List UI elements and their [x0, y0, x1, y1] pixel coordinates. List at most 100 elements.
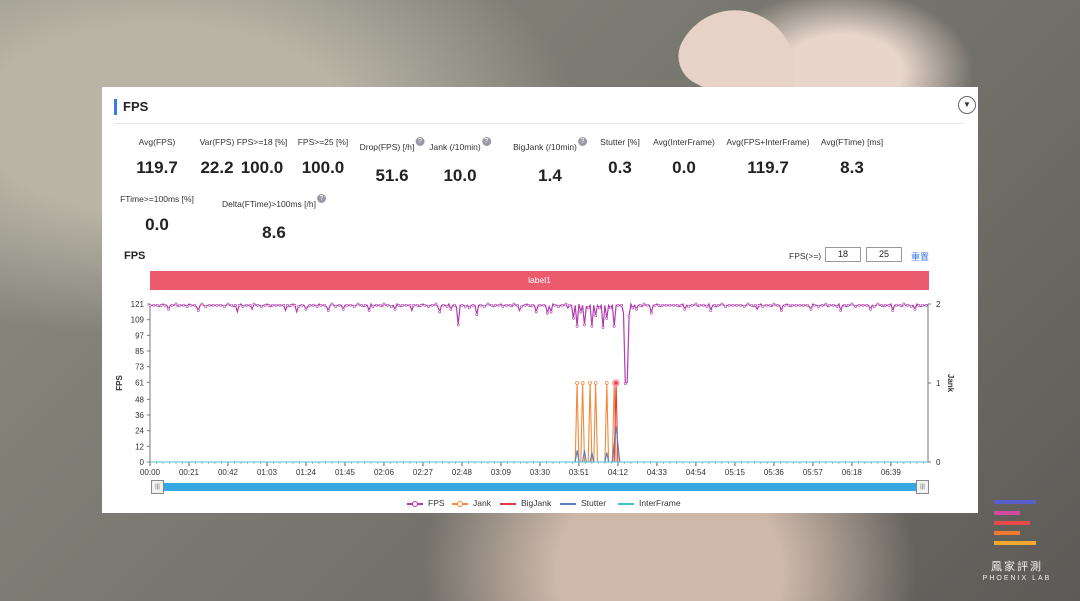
fps-point — [378, 303, 382, 307]
metric-label: FPS>=18 [%] — [236, 137, 288, 147]
fps-point — [482, 305, 486, 309]
fps-point — [367, 309, 371, 312]
metric-label: Avg(FTime) [ms] — [820, 137, 884, 147]
fps-point — [687, 305, 690, 309]
fps-point — [156, 303, 159, 307]
fps-point — [720, 302, 724, 306]
fps-point — [345, 303, 349, 307]
fps-point — [319, 303, 323, 307]
legend-item-bigjank[interactable]: BigJank — [500, 498, 551, 508]
fps-point — [375, 303, 378, 307]
x-tick-label: 05:36 — [764, 468, 785, 477]
fps-point — [230, 303, 234, 307]
fps-point — [371, 305, 375, 309]
legend-item-interframe[interactable]: InterFrame — [618, 498, 681, 508]
zoom-slider-handle-left[interactable]: ||| — [151, 480, 164, 494]
fps-point — [787, 303, 791, 307]
x-tick-label: 05:15 — [725, 468, 746, 477]
chart-legend: FPS Jank BigJank Stutter InterFrame — [102, 498, 978, 510]
x-tick-label: 02:48 — [452, 468, 473, 477]
y-tick-label: 0 — [140, 458, 145, 467]
x-tick-label: 02:27 — [413, 468, 434, 477]
fps-point — [653, 303, 657, 307]
fps-point — [464, 305, 468, 309]
logo-subtext: PHOENIX LAB — [982, 575, 1052, 582]
fps-point — [794, 303, 798, 307]
metric-label: FTime>=100ms [%] — [120, 194, 194, 204]
fps-point — [753, 303, 757, 307]
fps-point — [441, 303, 445, 307]
fps-point — [449, 307, 453, 311]
fps-point — [553, 303, 557, 307]
fps-point — [479, 303, 482, 307]
legend-item-fps[interactable]: FPS — [407, 498, 445, 508]
fps-point — [311, 303, 315, 307]
fps-point — [404, 303, 408, 307]
fps-point — [501, 305, 505, 309]
metric-value: 0.0 — [145, 215, 169, 234]
fps-point — [675, 303, 679, 307]
y-tick-label: 97 — [135, 331, 144, 340]
fps-point — [802, 303, 805, 307]
threshold-input-1[interactable] — [825, 247, 861, 262]
zoom-slider-track[interactable] — [158, 483, 920, 491]
fps-point — [538, 303, 542, 307]
fps-point — [906, 303, 909, 307]
fps-point — [809, 307, 813, 311]
fps-point — [393, 307, 397, 311]
fps-point — [735, 303, 739, 307]
x-tick-label: 06:18 — [842, 468, 863, 477]
fps-point — [427, 305, 430, 309]
fps-point — [341, 307, 345, 311]
metric-value: 0.0 — [672, 158, 696, 177]
fps-point — [460, 303, 464, 307]
legend-marker-icon — [618, 502, 634, 505]
fps-point — [245, 303, 248, 307]
fps-point — [776, 303, 779, 307]
fps-point — [883, 303, 887, 307]
y-tick-label: 109 — [131, 316, 145, 325]
fps-point — [772, 302, 776, 306]
jank-point — [593, 381, 598, 385]
fps-point — [683, 307, 687, 311]
x-tick-label: 01:03 — [257, 468, 278, 477]
zoom-slider-handle-right[interactable]: ||| — [916, 480, 929, 494]
fps-point — [638, 303, 642, 307]
threshold-input-2[interactable] — [866, 247, 902, 262]
fps-point — [467, 306, 471, 310]
fps-point — [609, 306, 612, 310]
metric-label: Avg(InterFrame) — [653, 137, 715, 147]
threshold-label: FPS(>=) — [789, 251, 822, 261]
metric-value: 8.3 — [840, 158, 864, 177]
fps-point — [237, 303, 241, 307]
fps-point — [924, 303, 928, 307]
bigjank-point — [614, 381, 618, 385]
legend-label: BigJank — [521, 498, 552, 508]
legend-marker-icon — [500, 502, 516, 505]
fps-point — [895, 303, 898, 307]
fps-point — [597, 306, 601, 310]
fps-point — [813, 303, 817, 307]
chevron-down-icon[interactable]: ▼ — [958, 96, 976, 114]
reset-button[interactable]: 重置 — [911, 250, 929, 263]
fps-point — [668, 303, 672, 307]
help-icon[interactable]: ? — [577, 137, 587, 146]
fps-point — [170, 303, 174, 307]
legend-item-jank[interactable]: Jank — [452, 498, 491, 508]
help-icon[interactable]: ? — [316, 194, 326, 203]
jank-point — [580, 381, 585, 385]
jank-point — [604, 381, 609, 385]
x-tick-label: 02:06 — [374, 468, 395, 477]
fps-point — [564, 302, 568, 306]
help-icon[interactable]: ? — [481, 137, 491, 146]
help-icon[interactable]: ? — [415, 137, 425, 146]
legend-item-stutter[interactable]: Stutter — [560, 498, 606, 508]
fps-point — [300, 303, 304, 307]
fps-point — [163, 303, 167, 307]
metric-label: Jank (/10min) — [429, 142, 481, 152]
fps-series-line — [150, 302, 928, 385]
fps-point — [742, 305, 746, 309]
legend-label: Jank — [473, 498, 491, 508]
fps-point — [757, 303, 761, 307]
fps-point — [843, 303, 846, 307]
